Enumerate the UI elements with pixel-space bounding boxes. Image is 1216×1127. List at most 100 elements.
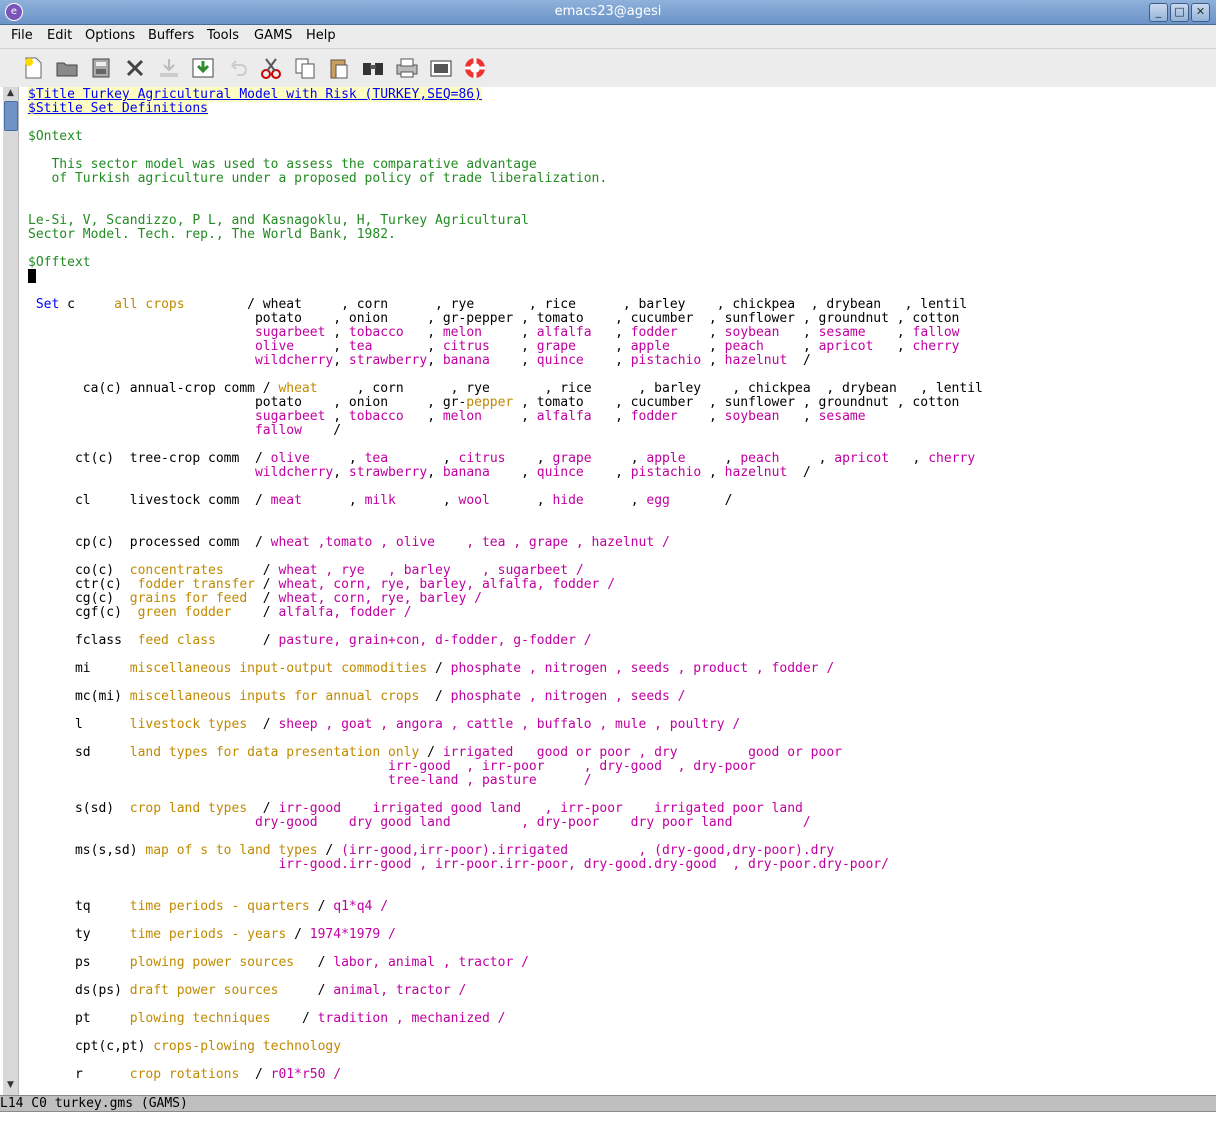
code-line: ds(ps) draft power sources / animal, tra… xyxy=(28,984,466,998)
code-line: irr-good , irr-poor , dry-good , dry-poo… xyxy=(28,760,756,774)
maximize-icon[interactable]: □ xyxy=(1170,3,1189,22)
code-token: pt xyxy=(28,1011,130,1026)
code-token: melon xyxy=(442,325,482,340)
code-token: phosphate , nitrogen , seeds / xyxy=(450,689,686,704)
close-buffer-icon[interactable] xyxy=(122,55,148,81)
code-token: hazelnut xyxy=(724,353,788,368)
code-token: / xyxy=(286,927,310,942)
code-token: time periods - quarters xyxy=(129,899,310,914)
code-token: cherry xyxy=(912,339,960,354)
menu-gams[interactable]: GAMS xyxy=(254,28,292,43)
code-token: , xyxy=(403,409,443,424)
code-token: fodder transfer xyxy=(137,577,255,592)
code-token: crop rotations xyxy=(129,1067,240,1082)
preferences-icon[interactable] xyxy=(428,55,454,81)
cut-icon[interactable] xyxy=(258,55,284,81)
code-token: apple xyxy=(646,451,686,466)
vertical-scrollbar[interactable]: ▲ ▼ xyxy=(3,87,19,1095)
save-as-icon[interactable] xyxy=(190,55,216,81)
menu-file[interactable]: File xyxy=(11,28,33,43)
new-file-icon[interactable] xyxy=(20,55,46,81)
minibuffer[interactable] xyxy=(0,1112,1216,1127)
scroll-up-icon[interactable]: ▲ xyxy=(5,88,16,99)
code-token: / xyxy=(231,605,279,620)
minimize-icon[interactable]: _ xyxy=(1149,3,1168,22)
code-token: cpt(c,pt) xyxy=(28,1039,154,1054)
code-token: / xyxy=(223,563,279,578)
code-line: $Offtext xyxy=(28,256,91,270)
code-token: / xyxy=(787,353,811,368)
code-token: , xyxy=(388,451,459,466)
code-token: / xyxy=(427,661,451,676)
code-token: sesame xyxy=(818,409,866,424)
code-line: Sector Model. Tech. rep., The World Bank… xyxy=(28,228,396,242)
help-lifebuoy-icon[interactable] xyxy=(462,55,488,81)
code-token: irrigated good or poor , dry good or poo… xyxy=(442,745,842,760)
code-token: , xyxy=(309,451,365,466)
code-token: concentrates xyxy=(129,563,224,578)
code-token: of Turkish agriculture under a proposed … xyxy=(28,171,608,186)
save-icon[interactable] xyxy=(156,55,182,81)
code-line: sugarbeet , tobacco , melon , alfalfa , … xyxy=(28,326,960,340)
search-icon[interactable] xyxy=(360,55,386,81)
menu-help[interactable]: Help xyxy=(306,28,336,43)
code-token: , xyxy=(701,353,725,368)
code-line: ps plowing power sources / labor, animal… xyxy=(28,956,529,970)
menu-tools[interactable]: Tools xyxy=(207,28,239,43)
code-token: fallow xyxy=(912,325,960,340)
code-token: , xyxy=(325,409,349,424)
code-token: , xyxy=(779,325,819,340)
code-token: / xyxy=(254,577,279,592)
code-token: , xyxy=(482,325,537,340)
code-token: tea xyxy=(364,451,389,466)
code-token: , xyxy=(591,325,631,340)
code-token: This sector model was used to assess the… xyxy=(28,157,537,172)
code-token: strawberry xyxy=(348,353,428,368)
code-line: ms(s,sd) map of s to land types / (irr-g… xyxy=(28,844,834,858)
scrollbar-thumb[interactable] xyxy=(4,101,18,131)
code-token: egg xyxy=(646,493,670,508)
code-token: grape xyxy=(536,339,576,354)
code-token: / xyxy=(669,493,733,508)
code-token: wool xyxy=(458,493,490,508)
copy-icon[interactable] xyxy=(292,55,318,81)
code-token: , xyxy=(701,465,725,480)
code-line: irr-good.irr-good , irr-poor.irr-poor, d… xyxy=(28,858,888,872)
undo-icon[interactable] xyxy=(224,55,250,81)
paste-icon[interactable] xyxy=(326,55,352,81)
code-token: soybean xyxy=(724,325,780,340)
dired-icon[interactable] xyxy=(88,55,114,81)
code-token: / xyxy=(419,689,451,704)
code-token: apricot xyxy=(834,451,890,466)
code-token: , xyxy=(889,451,929,466)
code-line: tq time periods - quarters / q1*q4 / xyxy=(28,900,388,914)
code-token: tree-land , pasture / xyxy=(388,773,592,788)
code-token: hazelnut xyxy=(724,465,788,480)
toolbar xyxy=(0,49,1216,88)
close-window-icon[interactable]: ✕ xyxy=(1191,3,1210,22)
code-token: , xyxy=(677,325,725,340)
code-token: , xyxy=(873,339,913,354)
menu-edit[interactable]: Edit xyxy=(47,28,72,43)
code-token: feed class xyxy=(137,633,216,648)
print-icon[interactable] xyxy=(394,55,420,81)
code-line: $Title Turkey Agricultural Model with Ri… xyxy=(28,87,482,102)
code-line: co(c) concentrates / wheat , rye , barle… xyxy=(28,564,584,578)
menu-buffers[interactable]: Buffers xyxy=(148,28,194,43)
code-token: , xyxy=(669,339,725,354)
code-line: cpt(c,pt) crops-plowing technology xyxy=(28,1040,341,1054)
scroll-down-icon[interactable]: ▼ xyxy=(5,1080,16,1091)
code-line: s(sd) crop land types / irr-good irrigat… xyxy=(28,802,803,816)
code-token: wheat xyxy=(278,381,318,396)
code-line: dry-good dry good land , dry-poor dry po… xyxy=(28,816,811,830)
code-line: $Stitle Set Definitions xyxy=(28,101,209,116)
code-token: Le-Si, V, Scandizzo, P L, and Kasnagoklu… xyxy=(28,213,529,228)
code-line: pt plowing techniques / tradition , mech… xyxy=(28,1011,506,1026)
code-token: / xyxy=(215,633,279,648)
menu-options[interactable]: Options xyxy=(85,28,135,43)
open-folder-icon[interactable] xyxy=(54,55,80,81)
code-token: ps xyxy=(28,955,130,970)
code-line: cp(c) processed comm / wheat ,tomato , o… xyxy=(28,536,670,550)
